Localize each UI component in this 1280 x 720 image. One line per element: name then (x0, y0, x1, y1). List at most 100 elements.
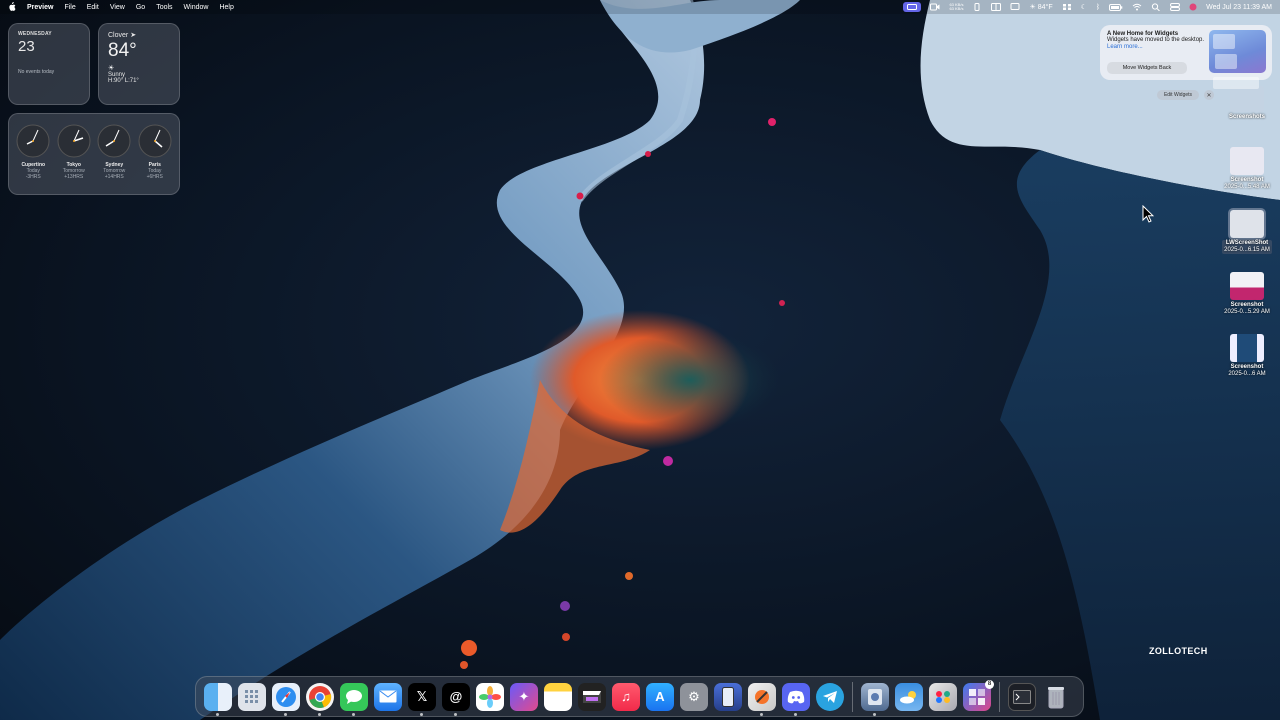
apple-icon[interactable] (8, 1, 16, 13)
dock-games-icon[interactable] (929, 682, 957, 711)
dock-messages-icon[interactable] (340, 682, 368, 716)
dock-finder-icon[interactable] (204, 682, 232, 716)
menu-edit[interactable]: Edit (87, 4, 99, 11)
close-icon[interactable]: ✕ (1204, 90, 1214, 100)
phone-icon[interactable] (972, 3, 982, 11)
net-down-value: 63 KB/s (949, 6, 964, 11)
desktop-icon-date: 2025-0...5.48 AM (1224, 184, 1270, 190)
weather-menubar-item[interactable]: ☀ 84°F (1029, 3, 1052, 12)
dock-disk-utility-icon[interactable] (861, 682, 889, 716)
dock-system-settings-icon[interactable]: ⚙ (680, 682, 708, 711)
dock-music-icon[interactable]: ♫ (612, 682, 640, 711)
app-name-menu[interactable]: Preview (27, 4, 53, 11)
dock-craft-icon[interactable]: ✦ (510, 682, 538, 711)
control-center-icon[interactable] (1170, 3, 1181, 11)
battery-icon[interactable] (1109, 3, 1123, 11)
dock-x-icon[interactable]: 𝕏 (408, 682, 436, 716)
desktop-file-screenshot-3[interactable]: Screenshot 2025-0...6 AM (1215, 334, 1279, 378)
dock-separator (999, 681, 1000, 712)
dock-simulator-icon[interactable] (714, 682, 742, 711)
folder-icon (1230, 86, 1264, 112)
edit-widgets-button[interactable]: Edit Widgets (1157, 90, 1199, 100)
clock-offset: +6HRS (146, 174, 163, 180)
clock-offset: -3HRS (25, 174, 41, 180)
running-indicator (352, 712, 355, 716)
location-arrow-icon: ➤ (130, 32, 137, 39)
widgets-notification[interactable]: A New Home for Widgets Widgets have move… (1100, 25, 1272, 89)
dock-launchpad-icon[interactable] (238, 682, 266, 711)
world-clock-sydney: Sydney Tomorrow +14HRS (95, 124, 133, 194)
menu-bar: Preview File Edit View Go Tools Window H… (0, 0, 1280, 14)
file-thumbnail-icon (1230, 272, 1264, 300)
weather-temp: 84° (108, 40, 137, 61)
dock-separator (852, 681, 853, 712)
bluetooth-icon[interactable]: ᛒ (1096, 4, 1100, 11)
desktop-file-screenshot-1[interactable]: Screenshot 2025-0...5.48 AM (1215, 147, 1279, 191)
desktop-icon-date: 2025-0...6 AM (1228, 371, 1266, 377)
running-indicator (216, 712, 219, 716)
menu-window[interactable]: Window (184, 4, 209, 11)
desktop-icon-name: Screenshot (1230, 177, 1264, 183)
dock: 𝕏 @ ✦ ♫ A ⚙ 8 (195, 676, 1084, 717)
search-icon[interactable] (1151, 3, 1161, 11)
menu-view[interactable]: View (110, 4, 125, 11)
columns-icon[interactable] (991, 3, 1002, 11)
clock-face-icon (138, 124, 172, 158)
dock-discord-icon[interactable] (782, 682, 810, 716)
desktop-file-screenshot-2[interactable]: Screenshot 2025-0...5.29 AM (1215, 272, 1279, 316)
dock-terminal-icon[interactable] (1008, 682, 1036, 711)
dock-notes-icon[interactable] (544, 682, 572, 711)
menubar-clock[interactable]: Wed Jul 23 11:39 AM (1206, 4, 1272, 11)
wifi-icon[interactable] (1132, 3, 1142, 11)
calendar-day: WEDNESDAY (18, 31, 52, 37)
weather-widget[interactable]: Clover ➤ 84° ☀ Sunny H:90° L:71° (98, 23, 180, 105)
desktop-file-lwscreenshot[interactable]: LWScreenShot 2025-0...6.15 AM (1215, 208, 1279, 254)
dock-app-store-icon[interactable]: A (646, 682, 674, 711)
learn-more-link[interactable]: Learn more... (1107, 44, 1143, 50)
menu-go[interactable]: Go (136, 4, 145, 11)
desktop-folder-screenshots[interactable]: Screenshots (1215, 86, 1279, 121)
menu-help[interactable]: Help (219, 4, 233, 11)
running-indicator (420, 712, 423, 716)
desktop-icon-label: Screenshot 2025-0...5.29 AM (1224, 302, 1270, 316)
dock-final-cut-pro-icon[interactable] (578, 682, 606, 711)
screen-recording-icon[interactable] (903, 2, 922, 12)
dock-pixelmator-icon[interactable] (748, 682, 776, 716)
move-widgets-back-button[interactable]: Move Widgets Back (1107, 62, 1187, 74)
dock-mosaic-icon[interactable]: 8 (963, 679, 994, 711)
clock-face-icon (57, 124, 91, 158)
desktop-icon-label: LWScreenShot 2025-0...6.15 AM (1222, 240, 1272, 254)
video-icon[interactable] (930, 3, 940, 11)
menu-file[interactable]: File (64, 4, 75, 11)
dock-weather-icon[interactable] (895, 682, 923, 711)
running-indicator (873, 712, 876, 716)
running-indicator (318, 712, 321, 716)
moon-icon[interactable]: ☾ (1081, 3, 1087, 11)
dock-mail-icon[interactable] (374, 682, 402, 711)
sun-icon: ☀ (108, 65, 115, 72)
mouse-cursor-icon (1142, 205, 1154, 223)
dock-telegram-icon[interactable] (816, 682, 844, 711)
notification-body-text: Widgets have moved to the desktop. (1107, 37, 1205, 43)
dock-threads-icon[interactable]: @ (442, 682, 470, 716)
file-thumbnail-icon (1228, 208, 1266, 240)
menu-tools[interactable]: Tools (156, 4, 172, 11)
notification-body: Widgets have moved to the desktop. Learn… (1107, 37, 1207, 51)
desktop-icon-name: Screenshot (1230, 302, 1264, 308)
network-stats[interactable]: 63 KB/s 63 KB/s (949, 3, 963, 11)
dock-chrome-icon[interactable] (306, 682, 334, 716)
weather-location: Clover (108, 32, 129, 39)
siri-icon[interactable] (1189, 3, 1197, 11)
dock-photos-icon[interactable] (476, 682, 504, 711)
dock-trash-icon[interactable] (1042, 683, 1070, 711)
grid-icon[interactable] (1062, 3, 1072, 11)
calendar-widget[interactable]: WEDNESDAY 23 No events today (8, 23, 90, 105)
world-clock-cupertino: Cupertino Today -3HRS (14, 124, 52, 194)
desktop-icon-label: Screenshot 2025-0...6 AM (1228, 364, 1265, 378)
calendar-date: 23 (18, 38, 35, 55)
dock-safari-icon[interactable] (272, 682, 300, 716)
display-icon[interactable] (1010, 3, 1020, 11)
file-thumbnail-icon (1230, 147, 1264, 175)
world-clock-widget[interactable]: Cupertino Today -3HRS Tokyo Tomorrow +13… (8, 113, 180, 195)
clock-offset: +13HRS (64, 174, 84, 180)
